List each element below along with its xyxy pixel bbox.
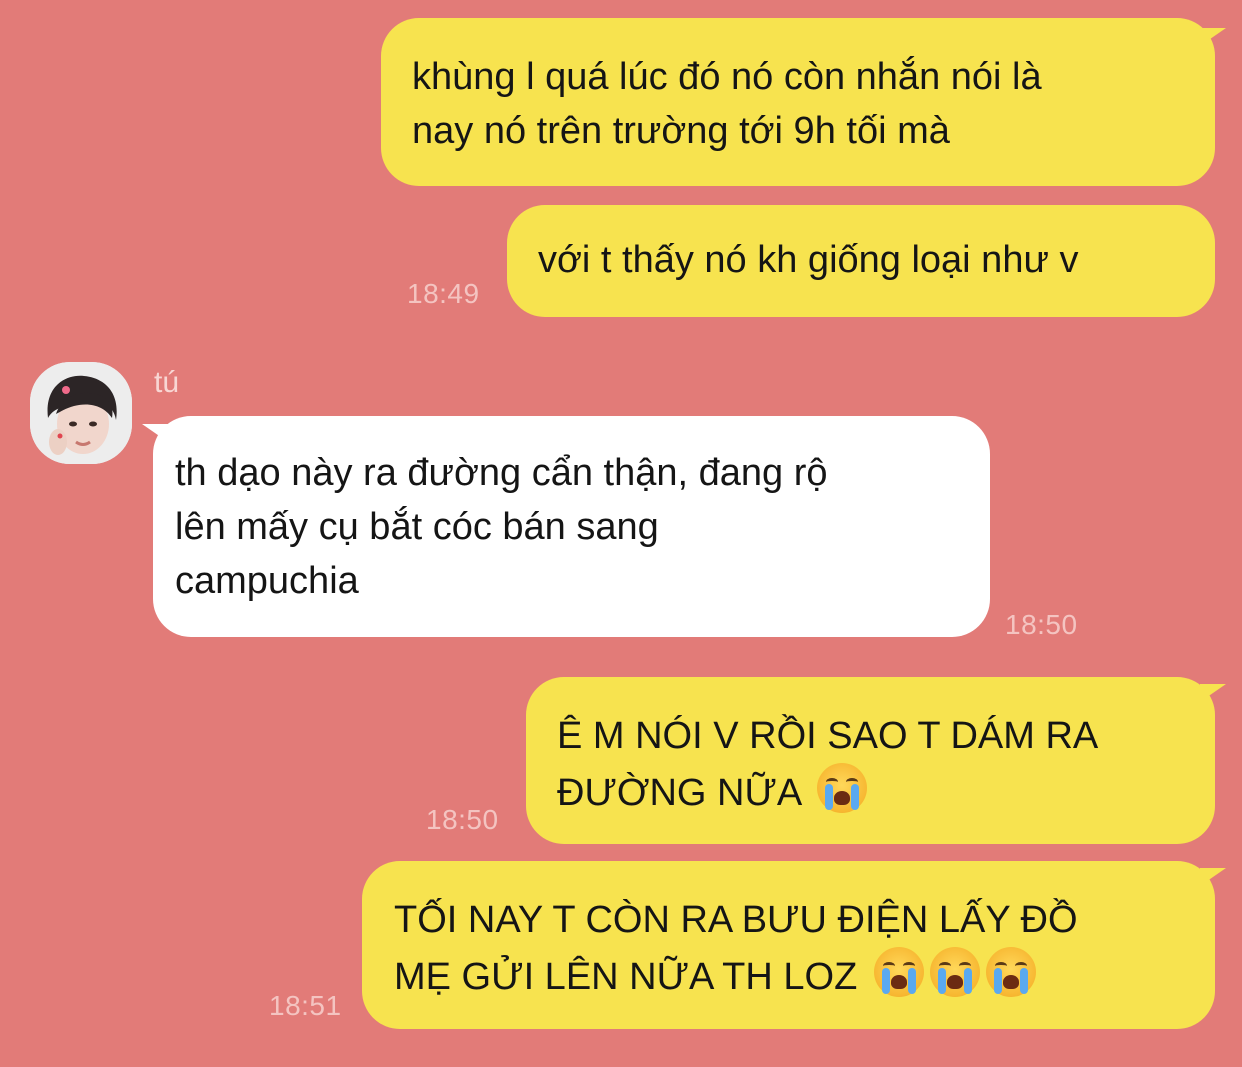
bubble-tail bbox=[142, 424, 168, 442]
message-text: TỐI NAY T CÒN RA BƯU ĐIỆN LẤY ĐỒ bbox=[394, 899, 1078, 941]
message-timestamp: 18:50 bbox=[1005, 609, 1078, 640]
message-text: ĐƯỜNG NỮA bbox=[557, 772, 801, 814]
message-text: với t thấy nó kh giống loại như v bbox=[538, 239, 1079, 281]
message-text: nay nó trên trường tới 9h tối mà bbox=[412, 110, 950, 152]
message-bubble-incoming[interactable]: th dạo này ra đường cẩn thận, đang rộ lê… bbox=[153, 416, 990, 637]
profile-photo-icon bbox=[30, 362, 132, 464]
bubble-tail bbox=[1200, 868, 1226, 886]
message-timestamp: 18:49 bbox=[407, 278, 480, 309]
message-bubble-outgoing[interactable]: Ê M NÓI V RỒI SAO T DÁM RA ĐƯỜNG NỮA bbox=[526, 677, 1215, 844]
loudly-crying-face-icon bbox=[929, 947, 980, 997]
bubble-tail bbox=[1200, 28, 1226, 46]
loudly-crying-face-icon bbox=[873, 947, 924, 997]
message-line: MẸ GỬI LÊN NỮA TH LOZ bbox=[394, 947, 1215, 1004]
message-timestamp: 18:50 bbox=[426, 804, 499, 835]
message-text: MẸ GỬI LÊN NỮA TH LOZ bbox=[394, 956, 858, 998]
message-line: ĐƯỜNG NỮA bbox=[557, 763, 1215, 820]
message-text: lên mấy cụ bắt cóc bán sang bbox=[175, 506, 659, 548]
message-text: campuchia bbox=[175, 560, 359, 602]
message-bubble-outgoing[interactable]: khùng l quá lúc đó nó còn nhắn nói là na… bbox=[381, 18, 1215, 186]
message-text: Ê M NÓI V RỒI SAO T DÁM RA bbox=[557, 715, 1099, 757]
avatar[interactable] bbox=[30, 362, 132, 464]
message-bubble-outgoing[interactable]: với t thấy nó kh giống loại như v bbox=[507, 205, 1215, 317]
bubble-tail bbox=[1200, 684, 1226, 702]
loudly-crying-face-icon bbox=[985, 947, 1036, 997]
message-bubble-outgoing[interactable]: TỐI NAY T CÒN RA BƯU ĐIỆN LẤY ĐỒ MẸ GỬI … bbox=[362, 861, 1215, 1029]
sender-name: tú bbox=[154, 366, 180, 399]
message-text: th dạo này ra đường cẩn thận, đang rộ bbox=[175, 452, 828, 494]
message-text: khùng l quá lúc đó nó còn nhắn nói là bbox=[412, 56, 1042, 98]
message-timestamp: 18:51 bbox=[269, 990, 342, 1021]
loudly-crying-face-icon bbox=[816, 763, 867, 813]
